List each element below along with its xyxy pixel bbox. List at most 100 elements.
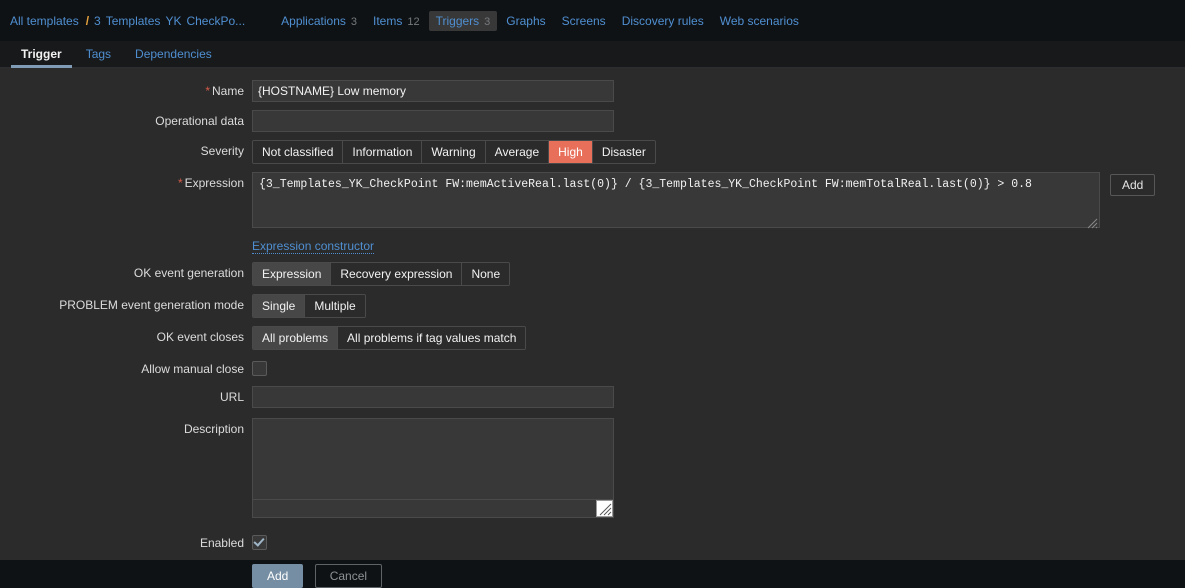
nav-item-discovery-rules[interactable]: Discovery rules (615, 11, 711, 31)
description-textarea-box (252, 418, 614, 518)
actions-label-spacer (0, 564, 252, 568)
url-input[interactable] (252, 386, 614, 408)
nav-item-label: Applications (281, 13, 346, 28)
description-textarea[interactable] (252, 418, 614, 500)
nav-item-count: 3 (350, 15, 357, 28)
problem-event-generation-mode-field-col: Single Multiple (252, 294, 1185, 318)
ok-event-closes-option-all-problems[interactable]: All problems (253, 327, 339, 349)
nav-item-items[interactable]: Items 12 (366, 11, 427, 31)
nav-item-label: Discovery rules (621, 13, 704, 28)
severity-option-not-classified[interactable]: Not classified (253, 141, 344, 163)
resize-grip-lines-icon (599, 503, 612, 516)
field-row-severity: Severity Not classified Information Warn… (0, 140, 1185, 164)
nav-item-web-scenarios[interactable]: Web scenarios (713, 11, 806, 31)
nav-item-count: 12 (407, 15, 420, 28)
expression-add-button[interactable]: Add (1110, 174, 1156, 196)
expression-textarea-box: {3_Templates_YK_CheckPoint FW:memActiveR… (252, 172, 1100, 231)
ok-event-closes-segmented-control: All problems All problems if tag values … (252, 326, 527, 350)
breadcrumb-separator: / (85, 13, 90, 28)
description-resize-strip (252, 500, 614, 518)
severity-label: Severity (200, 144, 244, 158)
operational-data-input[interactable] (252, 110, 614, 132)
field-row-expression: * Expression {3_Templates_YK_CheckPoint F… (0, 172, 1185, 254)
tab-tags[interactable]: Tags (76, 43, 121, 67)
breadcrumb-template-group: YK (165, 13, 182, 28)
breadcrumb-template-name: CheckPo... (186, 13, 246, 28)
description-field-col (252, 418, 1185, 518)
ok-event-generation-segmented-control: Expression Recovery expression None (252, 262, 511, 286)
allow-manual-close-field-col (252, 358, 1185, 376)
field-row-ok-event-closes: OK event closes All problems All problem… (0, 326, 1185, 350)
expression-field-col: {3_Templates_YK_CheckPoint FW:memActiveR… (252, 172, 1185, 254)
expression-wrap: {3_Templates_YK_CheckPoint FW:memActiveR… (252, 172, 1185, 231)
breadcrumb: All templates / 3 Templates YK CheckPo..… (10, 14, 250, 28)
ok-event-generation-option-none[interactable]: None (462, 263, 510, 285)
allow-manual-close-label: Allow manual close (141, 362, 244, 376)
ok-event-generation-option-recovery-expression[interactable]: Recovery expression (331, 263, 463, 285)
nav-item-label: Items (373, 13, 403, 28)
cancel-button[interactable]: Cancel (314, 564, 383, 588)
field-row-name: * Name (0, 80, 1185, 102)
field-row-enabled: Enabled (0, 532, 1185, 550)
nav-item-triggers[interactable]: Triggers 3 (428, 10, 498, 31)
expression-label-text: Expression (184, 176, 244, 190)
submit-add-button[interactable]: Add (252, 564, 304, 588)
ok-event-closes-field-col: All problems All problems if tag values … (252, 326, 1185, 350)
name-label: * Name (0, 80, 252, 98)
form-tabstrip: Trigger Tags Dependencies (0, 41, 1185, 68)
operational-data-label: Operational data (155, 114, 244, 128)
field-row-operational-data: Operational data (0, 110, 1185, 132)
enabled-field-col (252, 532, 1185, 550)
nav-item-label: Graphs (506, 13, 546, 28)
actions-field-col: Add Cancel (252, 564, 1185, 588)
field-row-allow-manual-close: Allow manual close (0, 358, 1185, 376)
ok-event-generation-label: OK event generation (133, 266, 244, 280)
expression-textarea[interactable]: {3_Templates_YK_CheckPoint FW:memActiveR… (252, 172, 1100, 228)
name-field-col (252, 80, 1185, 102)
ok-event-closes-label: OK event closes (156, 330, 244, 344)
breadcrumb-all-templates[interactable]: All templates (10, 14, 79, 28)
nav-item-applications[interactable]: Applications 3 (274, 11, 364, 31)
severity-option-high[interactable]: High (549, 141, 593, 163)
nav-item-label: Triggers (435, 13, 480, 28)
field-row-description: Description (0, 418, 1185, 518)
breadcrumb-template-word: Templates (105, 13, 161, 28)
breadcrumb-navbar: All templates / 3 Templates YK CheckPo..… (0, 0, 1185, 41)
ok-event-closes-option-all-problems-if-tag-values-match[interactable]: All problems if tag values match (338, 327, 526, 349)
problem-event-generation-mode-option-single[interactable]: Single (253, 295, 306, 317)
severity-segmented-control: Not classified Information Warning Avera… (252, 140, 656, 164)
ok-event-generation-field-col: Expression Recovery expression None (252, 262, 1185, 286)
nav-item-label: Web scenarios (719, 13, 799, 28)
description-label: Description (183, 422, 244, 436)
nav-item-count: 3 (484, 15, 491, 28)
severity-option-warning[interactable]: Warning (422, 141, 486, 163)
expression-label: * Expression (0, 172, 252, 190)
url-label: URL (219, 390, 244, 404)
nav-item-graphs[interactable]: Graphs (499, 11, 552, 31)
expression-constructor-link[interactable]: Expression constructor (252, 239, 375, 254)
severity-option-disaster[interactable]: Disaster (592, 141, 655, 163)
name-label-text: Name (211, 84, 244, 98)
enabled-checkbox[interactable] (252, 535, 267, 550)
name-input[interactable] (252, 80, 614, 102)
nav-item-label: Screens (561, 13, 606, 28)
ok-event-generation-option-expression[interactable]: Expression (253, 263, 332, 285)
enabled-label: Enabled (199, 536, 244, 550)
field-row-ok-event-generation: OK event generation Expression Recovery … (0, 262, 1185, 286)
required-asterisk: * (177, 176, 183, 190)
severity-field-col: Not classified Information Warning Avera… (252, 140, 1185, 164)
allow-manual-close-checkbox[interactable] (252, 361, 267, 376)
tab-trigger[interactable]: Trigger (11, 43, 72, 68)
problem-event-generation-mode-label: PROBLEM event generation mode (59, 298, 244, 312)
operational-data-field-col (252, 110, 1185, 132)
severity-option-information[interactable]: Information (343, 141, 423, 163)
expression-constructor-row: Expression constructor (252, 237, 1185, 254)
field-row-url: URL (0, 386, 1185, 408)
nav-item-screens[interactable]: Screens (555, 11, 613, 31)
severity-option-average[interactable]: Average (485, 141, 550, 163)
required-asterisk: * (205, 84, 210, 98)
problem-event-generation-mode-option-multiple[interactable]: Multiple (305, 295, 365, 317)
field-row-problem-event-generation-mode: PROBLEM event generation mode Single Mul… (0, 294, 1185, 318)
tab-dependencies[interactable]: Dependencies (125, 43, 222, 67)
resize-handle-icon[interactable] (596, 500, 613, 517)
